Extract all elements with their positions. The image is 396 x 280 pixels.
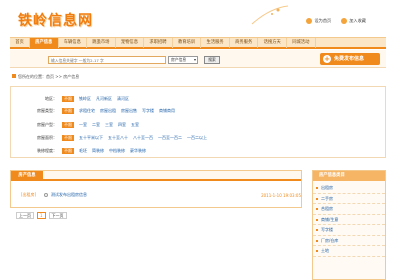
- nav-item-pets[interactable]: 宠物信息: [116, 38, 145, 48]
- listing-panel: 房产信息 [出租房] 测试发布出租房信息 2011-1-10 19:03:05: [10, 170, 302, 208]
- filter-option[interactable]: 中档装修: [109, 148, 125, 154]
- nav-item-vehicles[interactable]: 车辆信息: [59, 38, 88, 48]
- publish-label: 免费发布信息: [334, 56, 365, 62]
- filter-option[interactable]: 五十至八十: [108, 135, 128, 141]
- header: 铁岭信息网 设为首页 加入收藏: [0, 0, 396, 36]
- filter-option[interactable]: 铁岭区: [79, 96, 91, 102]
- category-sidebar: 房产信息类目 出租房 二手房 合租房 商铺/生意 写字楼 厂房/仓库 土地: [312, 170, 386, 280]
- filter-all-tag[interactable]: 不限: [62, 148, 74, 154]
- nav-item-flea-market[interactable]: 跳蚤市场: [87, 38, 116, 48]
- set-homepage-link[interactable]: 设为首页: [306, 18, 331, 24]
- bullet-icon: [44, 193, 48, 197]
- filter-option[interactable]: 写字楼: [142, 108, 154, 114]
- filter-option[interactable]: 四室: [118, 122, 126, 128]
- filter-option[interactable]: 五十平米以下: [79, 135, 103, 141]
- sidebar-item[interactable]: 合租房: [313, 204, 385, 215]
- pagination: 上一页 1 下一页: [16, 212, 67, 219]
- filter-option[interactable]: 豪华装修: [130, 148, 146, 154]
- filter-row-area: 房屋面积： 不限 五十平米以下 五十至八十 八十至一百 一百至一百二 一百二以上: [35, 134, 207, 142]
- current-page[interactable]: 1: [37, 212, 46, 219]
- filter-option[interactable]: 凡河新区: [96, 96, 112, 102]
- filter-option[interactable]: 简装修: [92, 148, 104, 154]
- nav-item-events[interactable]: 同城活动: [287, 38, 316, 48]
- sparkle-decoration: [251, 5, 289, 25]
- top-links: 设为首页 加入收藏: [306, 18, 366, 24]
- list-item-title[interactable]: 测试发布出租房信息: [51, 192, 261, 198]
- main-nav: 首页 房产信息 车辆信息 跳蚤市场 宠物信息 求职招聘 教育培训 生活服务 商务…: [10, 37, 386, 49]
- filter-option[interactable]: 求租住宅: [79, 108, 95, 114]
- sidebar-list: 出租房 二手房 合租房 商铺/生意 写字楼 厂房/仓库 土地: [313, 181, 385, 257]
- filter-option[interactable]: 一室: [79, 122, 87, 128]
- filter-all-tag[interactable]: 不限: [62, 96, 74, 102]
- filter-option[interactable]: 商铺商用: [159, 108, 175, 114]
- plus-icon: +: [323, 55, 331, 63]
- sidebar-item[interactable]: 土地: [313, 246, 385, 257]
- category-select-value: 房产信息: [171, 57, 187, 62]
- filter-label: 房屋面积：: [37, 135, 57, 140]
- category-select[interactable]: 房产信息 ▾: [168, 56, 198, 64]
- filter-row-layout: 房屋户型： 不限 一室 二室 三室 四室 五室: [35, 121, 139, 129]
- home-icon: [306, 18, 313, 24]
- sidebar-item[interactable]: 二手房: [313, 194, 385, 204]
- nav-item-property[interactable]: 房产信息: [29, 38, 59, 48]
- tab-property-info[interactable]: 房产信息: [11, 171, 43, 181]
- filter-option[interactable]: 毛坯: [79, 148, 87, 154]
- breadcrumb-text: 您所在的位置：首页 >> 房产信息: [18, 74, 80, 79]
- filter-row-region: 地区： 不限 铁岭区 凡河新区 清河区: [35, 95, 129, 103]
- search-button[interactable]: 搜索: [204, 56, 220, 64]
- chevron-down-icon: ▾: [193, 57, 196, 62]
- star-icon: [341, 18, 348, 24]
- list-item-category[interactable]: [出租房]: [21, 192, 41, 198]
- site-logo[interactable]: 铁岭信息网: [18, 10, 93, 30]
- search-input[interactable]: [48, 56, 166, 64]
- sidebar-item[interactable]: 出租房: [313, 183, 385, 194]
- sidebar-item[interactable]: 商铺/生意: [313, 215, 385, 225]
- filter-option[interactable]: 五室: [131, 122, 139, 128]
- nav-item-home[interactable]: 首页: [10, 38, 30, 48]
- filter-option[interactable]: 一百至一百二: [158, 135, 182, 141]
- listing-header: 房产信息: [11, 171, 301, 181]
- filter-option[interactable]: 房屋出租: [100, 108, 116, 114]
- search-bar: 房产信息 ▾ 搜索 + 免费发布信息: [10, 50, 386, 68]
- filter-option[interactable]: 三室: [105, 122, 113, 128]
- filter-label: 装修程度：: [37, 148, 57, 153]
- add-favorite-link[interactable]: 加入收藏: [341, 18, 366, 24]
- filter-label: 地区：: [45, 96, 57, 101]
- filter-panel: 地区： 不限 铁岭区 凡河新区 清河区 房屋类型： 不限 求租住宅 房屋出租 房…: [10, 86, 386, 158]
- filter-option[interactable]: 二室: [92, 122, 100, 128]
- publish-button[interactable]: + 免费发布信息: [320, 53, 380, 65]
- nav-item-talk[interactable]: 话搜方天: [258, 38, 288, 48]
- filter-all-tag[interactable]: 不限: [62, 108, 74, 114]
- next-page-button[interactable]: 下一页: [48, 212, 67, 219]
- filter-option[interactable]: 清河区: [117, 96, 129, 102]
- filter-all-tag[interactable]: 不限: [62, 122, 74, 128]
- list-item[interactable]: [出租房] 测试发布出租房信息 2011-1-10 19:03:05: [21, 191, 301, 199]
- filter-label: 房屋类型：: [37, 108, 57, 113]
- filter-option[interactable]: 房屋出售: [121, 108, 137, 114]
- filter-option[interactable]: 八十至一百: [133, 135, 153, 141]
- filter-row-type: 房屋类型： 不限 求租住宅 房屋出租 房屋出售 写字楼 商铺商用: [35, 107, 175, 115]
- filter-label: 房屋户型：: [37, 122, 57, 127]
- prev-page-button[interactable]: 上一页: [16, 212, 34, 219]
- location-icon: [12, 74, 16, 78]
- nav-item-life-services[interactable]: 生活服务: [201, 38, 230, 48]
- list-item-time: 2011-1-10 19:03:05: [261, 192, 301, 198]
- sidebar-title: 房产信息类目: [313, 171, 385, 181]
- nav-item-jobs[interactable]: 求职招聘: [144, 38, 173, 48]
- sidebar-item[interactable]: 写字楼: [313, 225, 385, 236]
- filter-option[interactable]: 一百二以上: [187, 135, 207, 141]
- breadcrumb: 您所在的位置：首页 >> 房产信息: [10, 72, 386, 82]
- filter-all-tag[interactable]: 不限: [62, 135, 74, 141]
- nav-item-business[interactable]: 商务服务: [230, 38, 259, 48]
- sidebar-item[interactable]: 厂房/仓库: [313, 236, 385, 246]
- filter-row-decoration: 装修程度： 不限 毛坯 简装修 中档装修 豪华装修: [35, 147, 146, 155]
- nav-item-education[interactable]: 教育培训: [173, 38, 202, 48]
